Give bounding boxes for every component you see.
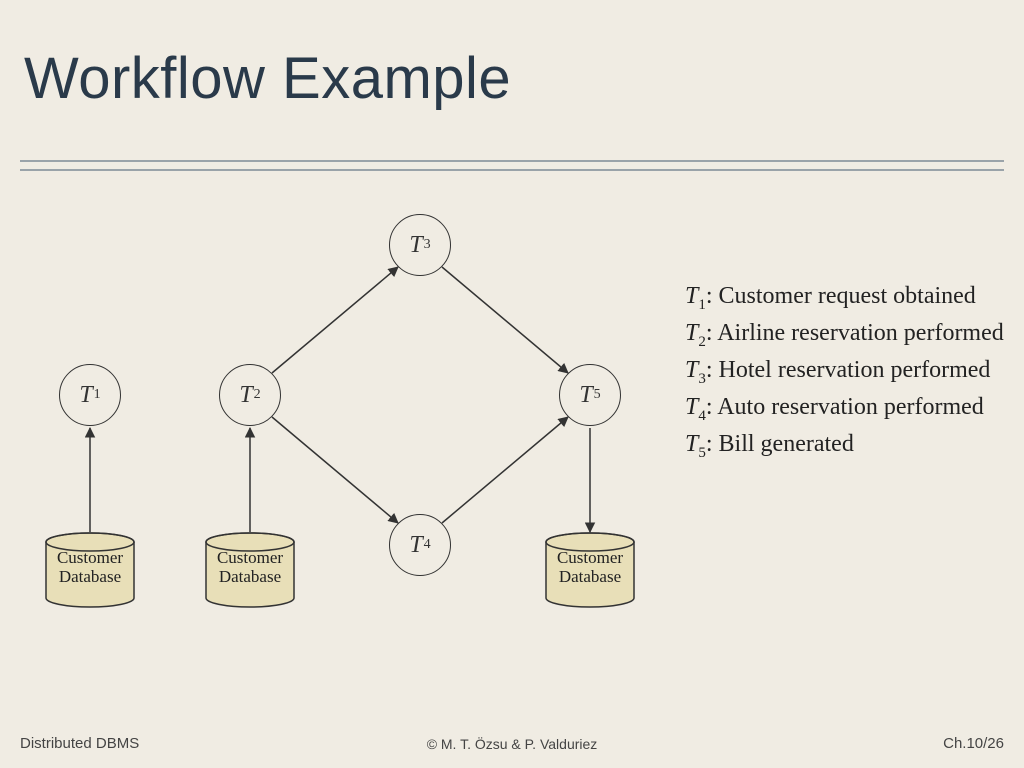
node-t2-sub: 2	[254, 387, 261, 403]
database-3-label: Customer Database	[544, 548, 636, 586]
db1-line2: Database	[59, 567, 121, 586]
node-t1: T1	[59, 364, 121, 426]
node-t4-letter: T	[409, 532, 422, 559]
db3-line2: Database	[559, 567, 621, 586]
node-t3-letter: T	[409, 232, 422, 259]
node-t5: T5	[559, 364, 621, 426]
legend-t1: T1: Customer request obtained	[685, 280, 1015, 315]
database-3: Customer Database	[544, 532, 636, 608]
footer-right: Ch.10/26	[943, 735, 1004, 752]
title-divider	[20, 160, 1004, 171]
legend: T1: Customer request obtained T2: Airlin…	[685, 280, 1015, 465]
legend-t2-text: Airline reservation performed	[717, 320, 1004, 346]
legend-t3-text: Hotel reservation performed	[719, 357, 991, 383]
database-1-label: Customer Database	[44, 548, 136, 586]
node-t4-sub: 4	[424, 537, 431, 553]
legend-t3: T3: Hotel reservation performed	[685, 354, 1015, 389]
db2-line1: Customer	[217, 548, 283, 567]
legend-t1-text: Customer request obtained	[719, 283, 976, 309]
database-2-label: Customer Database	[204, 548, 296, 586]
legend-t4: T4: Auto reservation performed	[685, 391, 1015, 426]
database-2: Customer Database	[204, 532, 296, 608]
legend-t5: T5: Bill generated	[685, 428, 1015, 463]
node-t2: T2	[219, 364, 281, 426]
node-t5-letter: T	[579, 382, 592, 409]
node-t3: T3	[389, 214, 451, 276]
node-t3-sub: 3	[424, 237, 431, 253]
node-t2-letter: T	[239, 382, 252, 409]
db2-line2: Database	[219, 567, 281, 586]
footer-center: © M. T. Özsu & P. Valduriez	[0, 736, 1024, 752]
node-t1-sub: 1	[94, 387, 101, 403]
legend-t2: T2: Airline reservation performed	[685, 317, 1015, 352]
slide-title: Workflow Example	[24, 45, 511, 112]
slide: Workflow Example T1 T2 T3 T4	[0, 0, 1024, 768]
legend-t5-text: Bill generated	[719, 431, 854, 457]
db1-line1: Customer	[57, 548, 123, 567]
db3-line1: Customer	[557, 548, 623, 567]
node-t5-sub: 5	[594, 387, 601, 403]
node-t4: T4	[389, 514, 451, 576]
node-t1-letter: T	[79, 382, 92, 409]
database-1: Customer Database	[44, 532, 136, 608]
legend-t4-text: Auto reservation performed	[717, 394, 984, 420]
